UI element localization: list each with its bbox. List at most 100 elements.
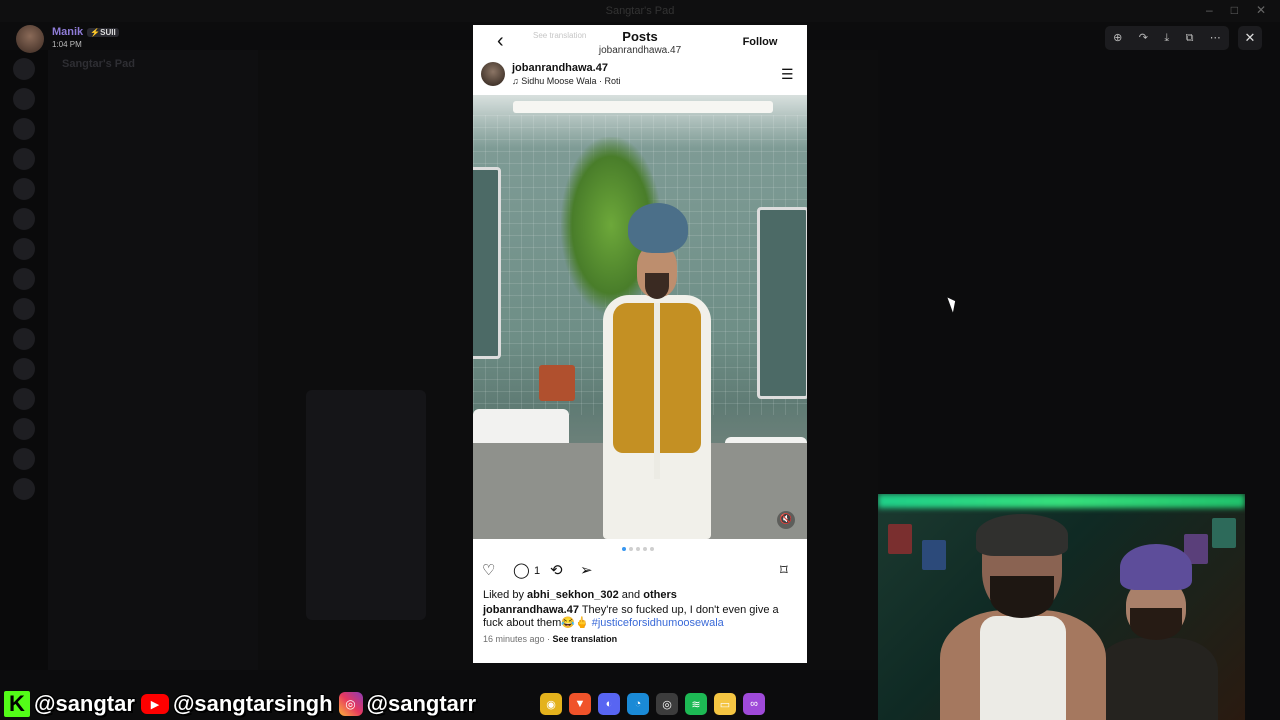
edge-icon[interactable]: ◔ [627,693,649,715]
caption-username[interactable]: jobanrandhawa.47 [483,604,579,616]
heart-icon[interactable]: ♡ [482,563,495,578]
post-actions: ♡ ◯ 1 ⟲ ➢ ⌑ [473,561,807,583]
avatar[interactable] [481,62,505,86]
server-icon[interactable] [13,178,35,200]
person-beanie [976,514,1068,556]
mirror-left [473,167,501,359]
ig-header: ‹ See translation Posts jobanrandhawa.47… [473,25,807,59]
share-icon[interactable]: ↷ [1139,32,1148,44]
carousel-dot [650,547,654,551]
music-line[interactable]: ♫ Sidhu Moose Wala · Roti [512,76,620,86]
caption-hashtag[interactable]: #justiceforsidhumoosewala [592,617,724,629]
channel-panel: Sangtar's Pad [48,50,258,670]
spotify-icon[interactable]: ≋ [685,693,707,715]
instagram-icon: ◎ [338,692,363,716]
carousel-dot [636,547,640,551]
kick-icon: K [4,691,30,717]
repost-icon[interactable]: ⟲ [550,563,563,578]
person-beard [1130,608,1182,640]
minimize-icon[interactable]: – [1206,3,1213,17]
instagram-handle: @sangtarr [366,691,477,716]
social-handles-banner: K @sangtar ▶ @sangtarsingh ◎ @sangtarr [4,690,482,718]
carousel-dots [622,547,654,551]
carousel-dot-active [622,547,626,551]
post-header: jobanrandhawa.47 ♫ Sidhu Moose Wala · Ro… [473,59,807,95]
post-username[interactable]: jobanrandhawa.47 [512,62,608,74]
streamer-left [940,514,1106,720]
caption: jobanrandhawa.47 They're so fucked up, I… [483,604,799,630]
brave-icon[interactable]: ▼ [569,693,591,715]
streamer-right [1096,544,1218,720]
ceiling-light [513,101,773,113]
comment-count: 1 [534,565,541,577]
server-icon[interactable] [13,478,35,500]
close-window-icon[interactable]: ✕ [1256,3,1266,17]
server-name[interactable]: Sangtar's Pad [62,58,135,70]
poster-username[interactable]: Manik ⚡SUII [52,26,119,38]
likes-others[interactable]: others [643,589,677,601]
meta-icon[interactable]: ∞ [743,693,765,715]
server-icon[interactable] [13,448,35,470]
server-icon[interactable] [13,418,35,440]
share-icon[interactable]: ➢ [580,563,593,578]
bookmark-icon[interactable]: ⌑ [780,563,788,578]
mirror-right [757,207,807,399]
poster-name: Manik [52,26,84,38]
person-tank-top [980,616,1066,720]
server-icon[interactable] [13,118,35,140]
person-beard [990,576,1054,618]
server-icon[interactable] [13,58,35,80]
server-icon[interactable] [13,298,35,320]
taskbar: ◉ ▼ ◐ ◔ ◎ ≋ ▭ ∞ [540,692,765,716]
server-icon[interactable] [13,358,35,380]
person-beard [645,273,669,299]
plant-pot [539,365,575,401]
music-title: Sidhu Moose Wala · Roti [521,76,621,86]
maximize-icon[interactable]: □ [1231,3,1238,17]
server-icon[interactable] [13,388,35,410]
post-photo[interactable]: 🔇 [473,95,807,539]
obs-icon[interactable]: ◎ [656,693,678,715]
files-icon[interactable]: ▭ [714,693,736,715]
kick-handle: @sangtar [34,691,135,716]
server-icon[interactable] [13,208,35,230]
user-badge: ⚡SUII [87,28,119,37]
menu-icon[interactable]: ☰ [781,66,794,83]
youtube-icon: ▶ [140,694,169,714]
likes-user[interactable]: abhi_sekhon_302 [527,589,619,601]
person-turban [1120,544,1192,590]
download-icon[interactable]: ⤓ [1164,32,1169,44]
more-icon[interactable]: ⋯ [1210,32,1221,44]
server-icon[interactable] [13,328,35,350]
post-meta: 16 minutes ago · See translation [483,633,799,646]
open-external-icon[interactable]: ⧉ [1186,32,1194,44]
avatar[interactable] [16,25,44,53]
zoom-in-icon[interactable]: ⊕ [1113,32,1122,44]
attachment-preview[interactable] [306,390,426,620]
window-title: Sangtar's Pad [605,5,675,17]
post-time-ago: 16 minutes ago [483,634,545,644]
discord-icon[interactable]: ◐ [598,693,620,715]
follow-button[interactable]: Follow [735,33,785,51]
post-timestamp: 1:04 PM [52,40,82,49]
server-icon[interactable] [13,148,35,170]
comment-icon[interactable]: ◯ [513,563,530,578]
server-icon[interactable] [13,88,35,110]
carousel-dot [643,547,647,551]
window-controls: – □ ✕ [1206,3,1266,17]
window-title-bar: Sangtar's Pad – □ ✕ [0,0,1280,22]
see-translation-link[interactable]: See translation [553,634,618,644]
youtube-handle: @sangtarsingh [172,691,333,716]
close-viewer-button[interactable]: ✕ [1238,26,1262,50]
meta-separator: · [544,634,553,644]
server-icon[interactable] [13,238,35,260]
neon-light [878,494,1245,508]
wall-poster [888,524,912,554]
server-rail [0,50,48,670]
media-viewer-toolbar: ⊕ ↷ ⤓ ⧉ ⋯ [1105,26,1229,50]
carousel-dot [629,547,633,551]
mute-icon[interactable]: 🔇 [777,511,795,529]
chrome-icon[interactable]: ◉ [540,693,562,715]
vest-opening [654,303,660,479]
server-icon[interactable] [13,268,35,290]
